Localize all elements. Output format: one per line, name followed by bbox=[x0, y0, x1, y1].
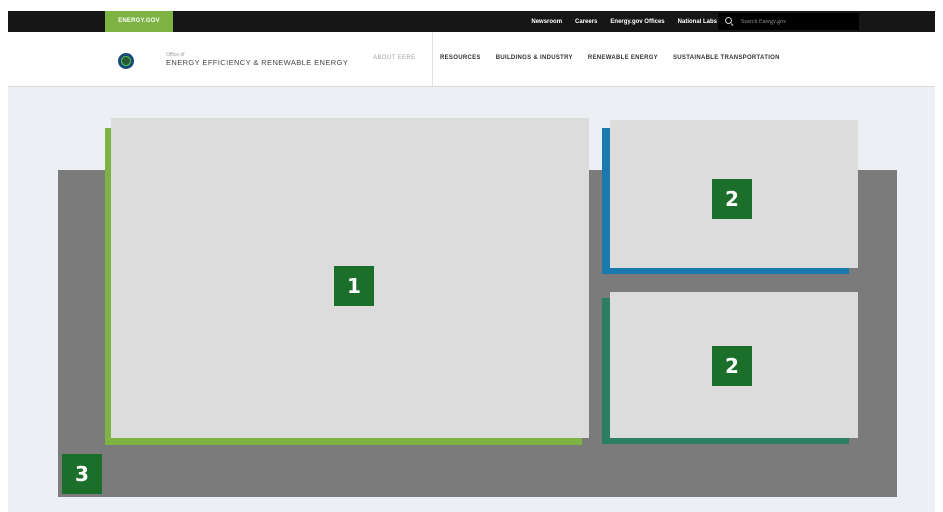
region-1-badge: 1 bbox=[334, 266, 374, 306]
nav-about-eere[interactable]: ABOUT EERE bbox=[373, 55, 416, 61]
energy-gov-offices-link[interactable]: Energy.gov Offices bbox=[610, 19, 664, 25]
site-header: Office of ENERGY EFFICIENCY & RENEWABLE … bbox=[8, 32, 935, 87]
nav-renewable-energy[interactable]: RENEWABLE ENERGY bbox=[588, 55, 658, 61]
newsroom-link[interactable]: Newsroom bbox=[531, 19, 562, 25]
search-icon[interactable] bbox=[725, 16, 735, 27]
utility-links: Newsroom Careers Energy.gov Offices Nati… bbox=[531, 11, 717, 32]
nav-resources[interactable]: RESOURCES bbox=[440, 55, 481, 61]
energy-gov-link[interactable]: ENERGY.GOV bbox=[105, 11, 173, 32]
nav-buildings-industry[interactable]: BUILDINGS & INDUSTRY bbox=[496, 55, 573, 61]
nav-sustainable-transportation[interactable]: SUSTAINABLE TRANSPORTATION bbox=[673, 55, 780, 61]
national-labs-link[interactable]: National Labs bbox=[678, 19, 717, 25]
region-2-bottom-badge: 2 bbox=[712, 346, 752, 386]
region-2-top-badge: 2 bbox=[712, 179, 752, 219]
region-3-badge: 3 bbox=[62, 454, 102, 494]
utility-bar: ENERGY.GOV Newsroom Careers Energy.gov O… bbox=[8, 11, 935, 32]
office-logo[interactable]: Office of ENERGY EFFICIENCY & RENEWABLE … bbox=[166, 52, 348, 68]
careers-link[interactable]: Careers bbox=[575, 19, 597, 25]
office-name: ENERGY EFFICIENCY & RENEWABLE ENERGY bbox=[166, 58, 349, 67]
page: ENERGY.GOV Newsroom Careers Energy.gov O… bbox=[0, 0, 943, 512]
doe-seal-icon[interactable] bbox=[118, 53, 134, 69]
nav-divider bbox=[432, 32, 433, 86]
main-navigation: RESOURCES BUILDINGS & INDUSTRY RENEWABLE… bbox=[440, 55, 780, 61]
search-box bbox=[718, 13, 859, 30]
search-input[interactable] bbox=[741, 14, 851, 29]
